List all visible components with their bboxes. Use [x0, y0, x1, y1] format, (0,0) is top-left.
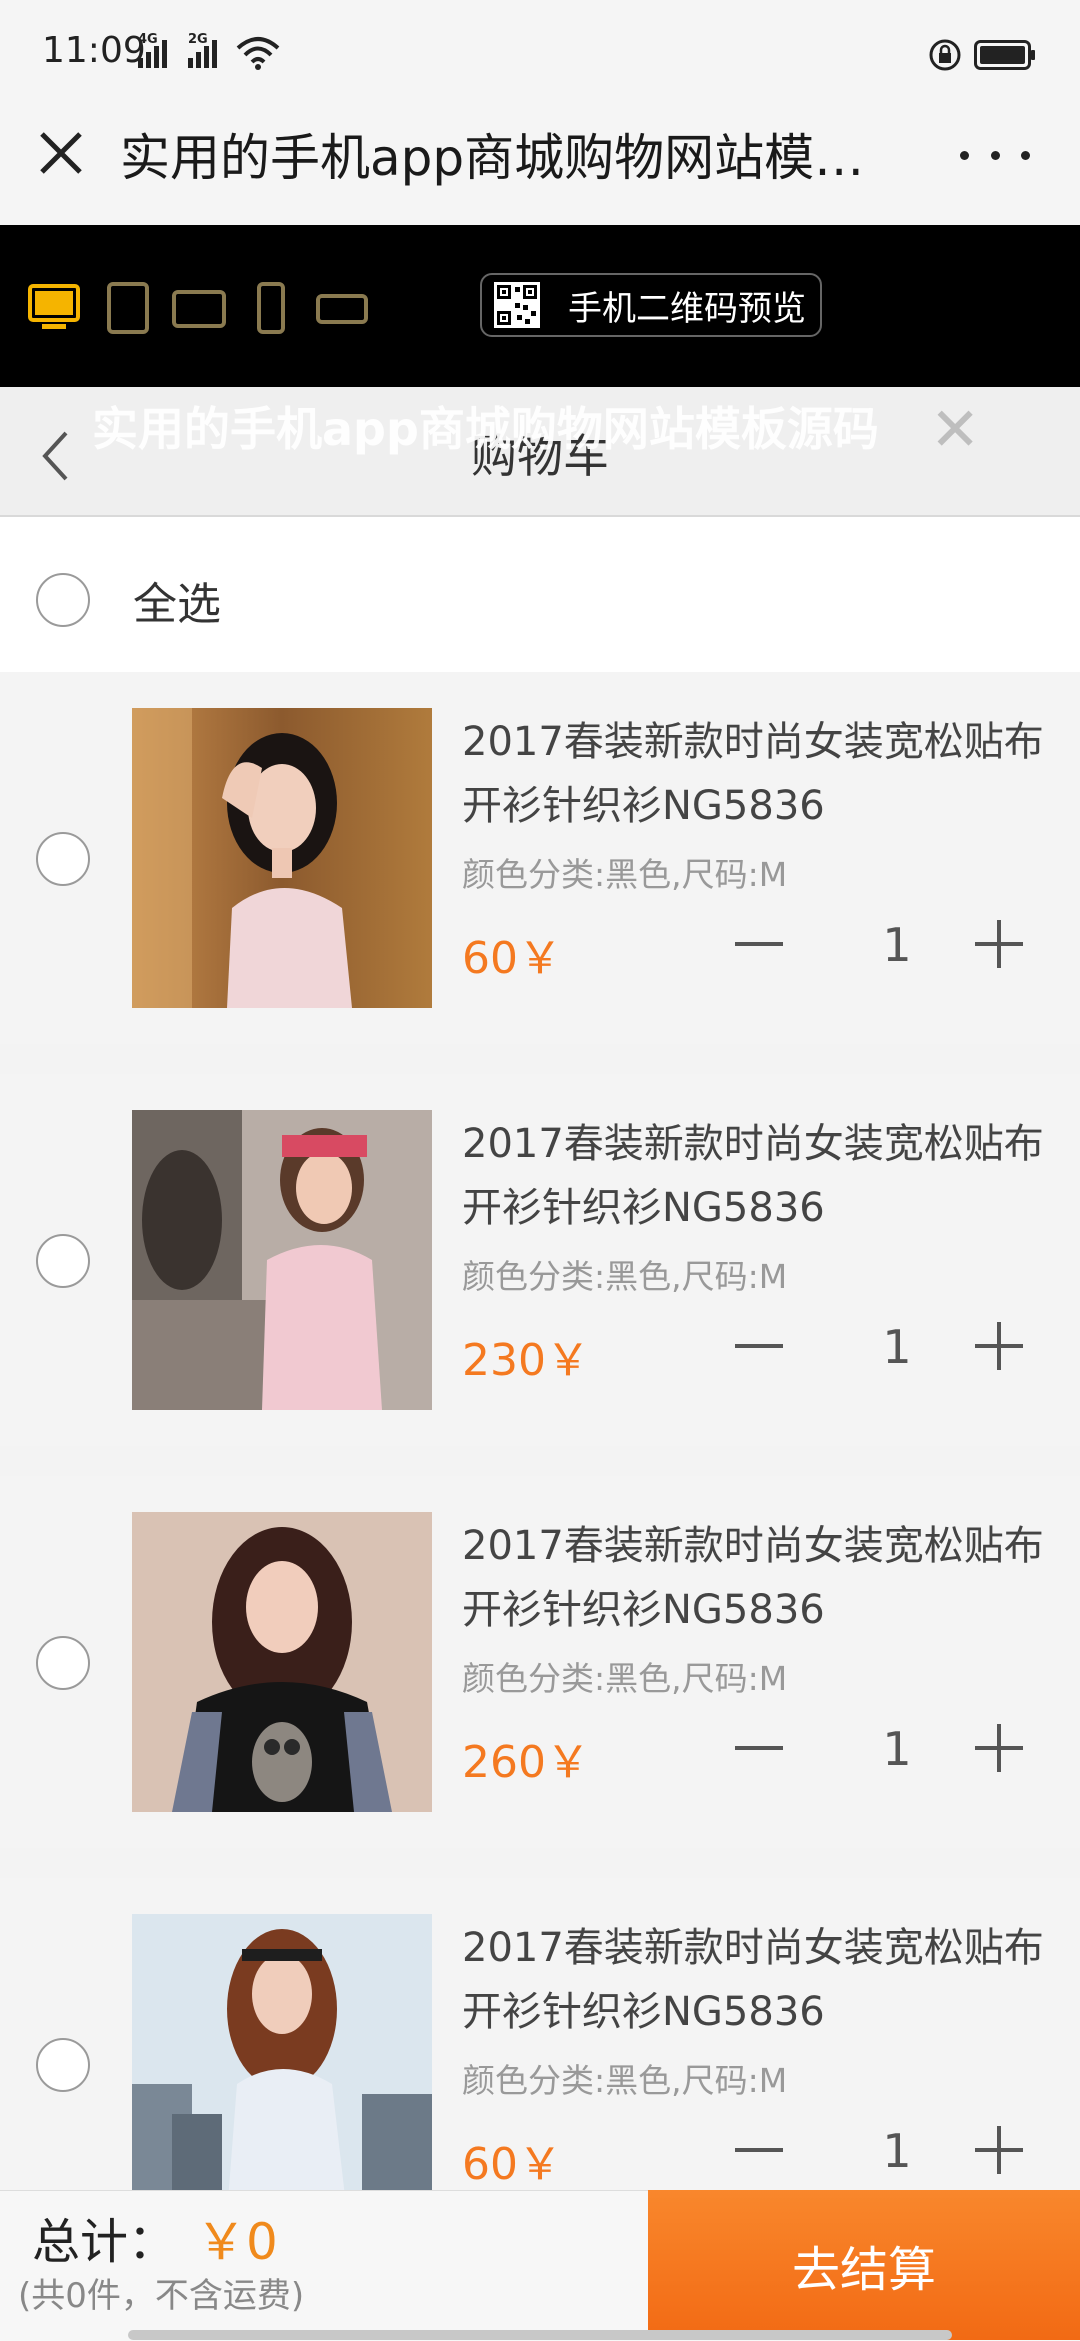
battery-icon	[974, 40, 1035, 70]
more-options-icon[interactable]	[960, 135, 1030, 175]
item-checkbox[interactable]	[36, 832, 90, 886]
quantity-value[interactable]: 1	[872, 1722, 922, 1776]
quantity-value[interactable]: 1	[872, 918, 922, 972]
decrease-quantity-button[interactable]	[735, 1746, 783, 1750]
product-price: 260￥	[462, 1737, 590, 1788]
phone-view-icon[interactable]	[256, 282, 286, 334]
watermark-close-icon[interactable]: ✕	[930, 395, 980, 465]
qr-code-icon	[494, 282, 540, 328]
home-indicator[interactable]	[128, 2330, 952, 2340]
total-value: ￥0	[196, 2213, 278, 2271]
tablet-landscape-view-icon[interactable]	[172, 282, 226, 334]
cart-item: 2017春装新款时尚女装宽松贴布开衫针织衫NG5836 颜色分类:黑色,尺码:M…	[0, 1476, 1080, 1848]
qr-preview-button[interactable]: 手机二维码预览	[480, 273, 822, 337]
product-image[interactable]	[132, 1914, 432, 2214]
decrease-quantity-button[interactable]	[735, 1344, 783, 1348]
quantity-value[interactable]: 1	[872, 2124, 922, 2178]
product-image[interactable]	[132, 1110, 432, 1410]
total-note: (共0件，不含运费)	[18, 2276, 305, 2316]
qr-preview-label: 手机二维码预览	[568, 288, 806, 329]
product-name[interactable]: 2017春装新款时尚女装宽松贴布开衫针织衫NG5836	[462, 1514, 1062, 1642]
increase-quantity-button[interactable]	[975, 1322, 1023, 1370]
product-spec: 颜色分类:黑色,尺码:M	[462, 1257, 788, 1296]
product-spec: 颜色分类:黑色,尺码:M	[462, 855, 788, 894]
increase-quantity-button[interactable]	[975, 1724, 1023, 1772]
product-price: 60￥	[462, 933, 562, 984]
product-image[interactable]	[132, 1512, 432, 1812]
product-image[interactable]	[132, 708, 432, 1008]
increase-quantity-button[interactable]	[975, 2126, 1023, 2174]
select-all-label: 全选	[133, 579, 221, 630]
product-spec: 颜色分类:黑色,尺码:M	[462, 2061, 788, 2100]
product-spec: 颜色分类:黑色,尺码:M	[462, 1659, 788, 1698]
decrease-quantity-button[interactable]	[735, 2148, 783, 2152]
demo-watermark-title: 实用的手机app商城购物网站模板源码	[92, 402, 879, 456]
rotation-lock-icon	[929, 39, 961, 71]
item-checkbox[interactable]	[36, 1636, 90, 1690]
quantity-value[interactable]: 1	[872, 1320, 922, 1374]
product-price: 60￥	[462, 2139, 562, 2190]
increase-quantity-button[interactable]	[975, 920, 1023, 968]
status-time: 11:09	[42, 30, 146, 71]
decrease-quantity-button[interactable]	[735, 942, 783, 946]
product-name[interactable]: 2017春装新款时尚女装宽松贴布开衫针织衫NG5836	[462, 710, 1062, 838]
page-title: 实用的手机app商城购物网站模板...	[120, 129, 900, 187]
tablet-view-icon[interactable]	[106, 282, 150, 334]
item-checkbox[interactable]	[36, 2038, 90, 2092]
wifi-icon	[236, 37, 280, 70]
desktop-view-icon[interactable]	[28, 282, 80, 334]
product-price: 230￥	[462, 1335, 590, 1386]
cellular-signal-2-icon: 2G	[188, 32, 217, 68]
phone-landscape-view-icon[interactable]	[316, 282, 368, 334]
cellular-signal-icon: 4G	[138, 32, 167, 68]
close-icon[interactable]	[38, 130, 84, 176]
product-name[interactable]: 2017春装新款时尚女装宽松贴布开衫针织衫NG5836	[462, 1916, 1062, 2044]
select-all-checkbox[interactable]	[36, 573, 90, 627]
cart-item: 2017春装新款时尚女装宽松贴布开衫针织衫NG5836 颜色分类:黑色,尺码:M…	[0, 1074, 1080, 1446]
item-checkbox[interactable]	[36, 1234, 90, 1288]
product-name[interactable]: 2017春装新款时尚女装宽松贴布开衫针织衫NG5836	[462, 1112, 1062, 1240]
checkout-button[interactable]: 去结算	[648, 2190, 1080, 2340]
total-label: 总计：	[32, 2214, 177, 2270]
cart-item: 2017春装新款时尚女装宽松贴布开衫针织衫NG5836 颜色分类:黑色,尺码:M…	[0, 672, 1080, 1044]
